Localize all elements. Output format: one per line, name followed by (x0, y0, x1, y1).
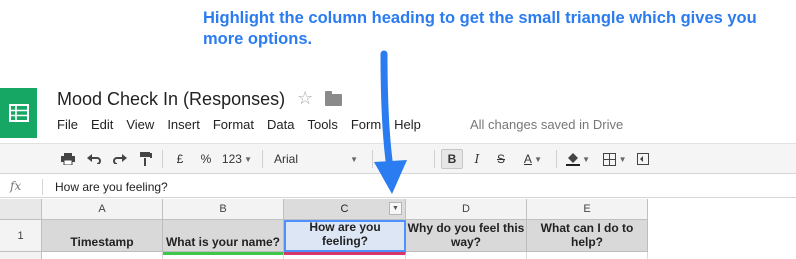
print-icon[interactable] (58, 149, 78, 169)
merge-cells-icon[interactable] (636, 149, 650, 169)
column-header-d[interactable]: D (406, 199, 527, 220)
menu-format[interactable]: Format (213, 117, 254, 135)
chevron-down-icon: ▼ (350, 154, 358, 164)
chevron-down-icon: ▼ (531, 154, 543, 164)
cell-d2[interactable] (406, 252, 527, 259)
column-label: D (462, 203, 470, 215)
cell-c1[interactable]: How are you feeling? (284, 220, 406, 252)
cell-b1[interactable]: What is your name? (163, 220, 284, 252)
select-all-corner[interactable] (0, 199, 42, 220)
sheets-logo-icon[interactable] (0, 88, 37, 138)
font-family-select[interactable]: Arial ▼ (268, 149, 364, 169)
menu-insert[interactable]: Insert (167, 117, 200, 135)
column-label: B (219, 203, 227, 215)
text-color-label: A (523, 152, 532, 166)
chevron-down-icon: ▼ (616, 154, 627, 164)
number-format-dropdown[interactable]: 123 ▼ (220, 149, 254, 169)
document-title[interactable]: Mood Check In (Responses) (57, 89, 285, 110)
column-label: A (98, 203, 106, 215)
menu-bar: File Edit View Insert Format Data Tools … (57, 117, 434, 135)
row-header-2[interactable] (0, 252, 42, 259)
italic-button[interactable]: I (469, 149, 485, 169)
percent-format-button[interactable]: % (198, 149, 214, 169)
cell-e2[interactable] (527, 252, 648, 259)
menu-edit[interactable]: Edit (91, 117, 113, 135)
menu-form[interactable]: Form (351, 117, 381, 135)
cell-c2[interactable] (284, 252, 406, 259)
column-header-e[interactable]: E (527, 199, 648, 220)
strikethrough-button[interactable]: S (493, 149, 509, 169)
currency-format-button[interactable]: £ (172, 149, 188, 169)
row-header-1[interactable]: 1 (0, 220, 42, 252)
fx-icon: fx (10, 179, 22, 193)
font-family-label: Arial (274, 152, 299, 166)
spreadsheet-grid: A B C ▼ D E 1 Timestamp What is your nam… (0, 199, 796, 259)
chevron-down-icon: ▼ (579, 154, 591, 164)
column-label: E (583, 203, 591, 215)
folder-icon[interactable] (325, 91, 342, 106)
column-header-c[interactable]: C ▼ (284, 199, 406, 220)
menu-file[interactable]: File (57, 117, 78, 135)
cell-d1[interactable]: Why do you feel this way? (406, 220, 527, 252)
menu-tools[interactable]: Tools (307, 117, 337, 135)
column-header-b[interactable]: B (163, 199, 284, 220)
formula-bar: fx How are you feeling? (0, 176, 796, 198)
paint-format-icon[interactable] (136, 149, 156, 169)
number-format-label: 123 (221, 152, 242, 166)
cell-b2[interactable] (163, 252, 284, 259)
bold-button[interactable]: B (441, 149, 463, 169)
save-status: All changes saved in Drive (470, 117, 624, 132)
star-icon[interactable]: ☆ (297, 88, 313, 109)
column-header-a[interactable]: A (42, 199, 163, 220)
cell-a2[interactable] (42, 252, 163, 259)
formula-input[interactable]: How are you feeling? (55, 180, 168, 194)
cell-e1[interactable]: What can I do to help? (527, 220, 648, 252)
annotation-callout: Highlight the column heading to get the … (203, 9, 757, 48)
column-menu-triangle-icon[interactable]: ▼ (389, 202, 402, 215)
fill-color-icon[interactable]: ▼ (563, 149, 593, 169)
borders-icon[interactable]: ▼ (600, 149, 630, 169)
cell-a1[interactable]: Timestamp (42, 220, 163, 252)
chevron-down-icon: ▼ (241, 154, 253, 164)
column-label: C (340, 203, 349, 215)
redo-icon[interactable] (110, 149, 130, 169)
undo-icon[interactable] (84, 149, 104, 169)
toolbar: £ % 123 ▼ Arial ▼ B I S A ▼ ▼ ▼ (0, 143, 796, 174)
text-color-button[interactable]: A ▼ (517, 149, 549, 169)
menu-view[interactable]: View (126, 117, 154, 135)
menu-help[interactable]: Help (394, 117, 421, 135)
menu-data[interactable]: Data (267, 117, 294, 135)
